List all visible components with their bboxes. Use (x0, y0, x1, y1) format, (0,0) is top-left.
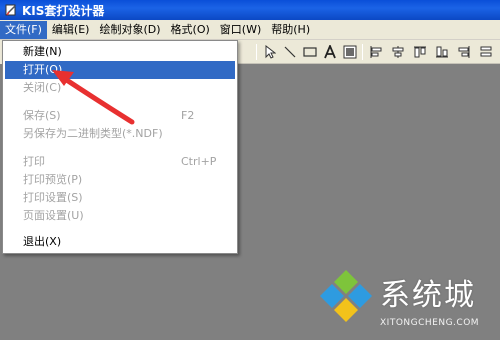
menu-bar: 文件(F) 编辑(E) 绘制对象(D) 格式(O) 窗口(W) 帮助(H) (0, 20, 500, 40)
toolbar-separator (256, 44, 257, 60)
pointer-icon[interactable] (262, 44, 278, 60)
menu-item-print: 打印 Ctrl+P (5, 153, 235, 171)
rectangle-icon[interactable] (302, 44, 318, 60)
menu-item-label: 另保存为二进制类型(*.NDF) (23, 127, 163, 140)
menu-item-label: 打印 (23, 155, 45, 168)
menu-item-label: 保存(S) (23, 109, 61, 122)
menu-item-label: 退出(X) (23, 235, 62, 248)
menu-format[interactable]: 格式(O) (166, 21, 215, 39)
menu-file[interactable]: 文件(F) (0, 20, 47, 39)
window-title: KIS套打设计器 (22, 3, 105, 18)
watermark: 系统城 XITONGCHENG.COM (306, 262, 500, 340)
menu-separator (7, 229, 233, 230)
menu-item-close: 关闭(C) (5, 79, 235, 97)
menu-item-label: 新建(N) (23, 45, 62, 58)
menu-item-page-setup: 页面设置(U) (5, 207, 235, 225)
menu-help[interactable]: 帮助(H) (266, 21, 315, 39)
app-icon (5, 4, 16, 16)
menu-item-save-as-binary: 另保存为二进制类型(*.NDF) (5, 125, 235, 143)
watermark-text: 系统城 (380, 278, 476, 313)
align-left-icon[interactable] (368, 44, 384, 60)
align-center-icon[interactable] (390, 44, 406, 60)
menu-item-shortcut: F2 (181, 109, 195, 122)
menu-item-print-setup: 打印设置(S) (5, 189, 235, 207)
menu-item-save: 保存(S) F2 (5, 107, 235, 125)
file-menu-dropdown: 新建(N) 打开(O) 关闭(C) 保存(S) F2 另保存为二进制类型(*.N… (2, 40, 238, 254)
distribute-icon[interactable] (478, 44, 494, 60)
line-icon[interactable] (282, 44, 298, 60)
menu-edit[interactable]: 编辑(E) (47, 21, 95, 39)
align-top-icon[interactable] (412, 44, 428, 60)
menu-separator (7, 147, 233, 148)
menu-item-print-preview: 打印预览(P) (5, 171, 235, 189)
menu-item-exit[interactable]: 退出(X) (5, 233, 235, 251)
toolbar-separator (362, 44, 363, 60)
menu-item-label: 打开(O) (23, 63, 63, 76)
align-right-icon[interactable] (456, 44, 472, 60)
menu-item-label: 打印预览(P) (23, 173, 83, 186)
menu-item-label: 关闭(C) (23, 81, 62, 94)
menu-draw-object[interactable]: 绘制对象(D) (94, 21, 165, 39)
align-bottom-icon[interactable] (434, 44, 450, 60)
menu-item-open[interactable]: 打开(O) (5, 61, 235, 79)
menu-item-shortcut: Ctrl+P (181, 155, 217, 168)
menu-item-label: 页面设置(U) (23, 209, 84, 222)
watermark-subtext: XITONGCHENG.COM (380, 318, 480, 328)
drawing-toolbar (238, 40, 500, 64)
image-icon[interactable] (342, 44, 358, 60)
title-bar: KIS套打设计器 (0, 0, 500, 20)
watermark-logo-icon (320, 270, 372, 322)
menu-item-new[interactable]: 新建(N) (5, 43, 235, 61)
text-icon[interactable] (322, 44, 338, 60)
menu-window[interactable]: 窗口(W) (215, 21, 266, 39)
menu-item-label: 打印设置(S) (23, 191, 83, 204)
menu-separator (7, 101, 233, 102)
